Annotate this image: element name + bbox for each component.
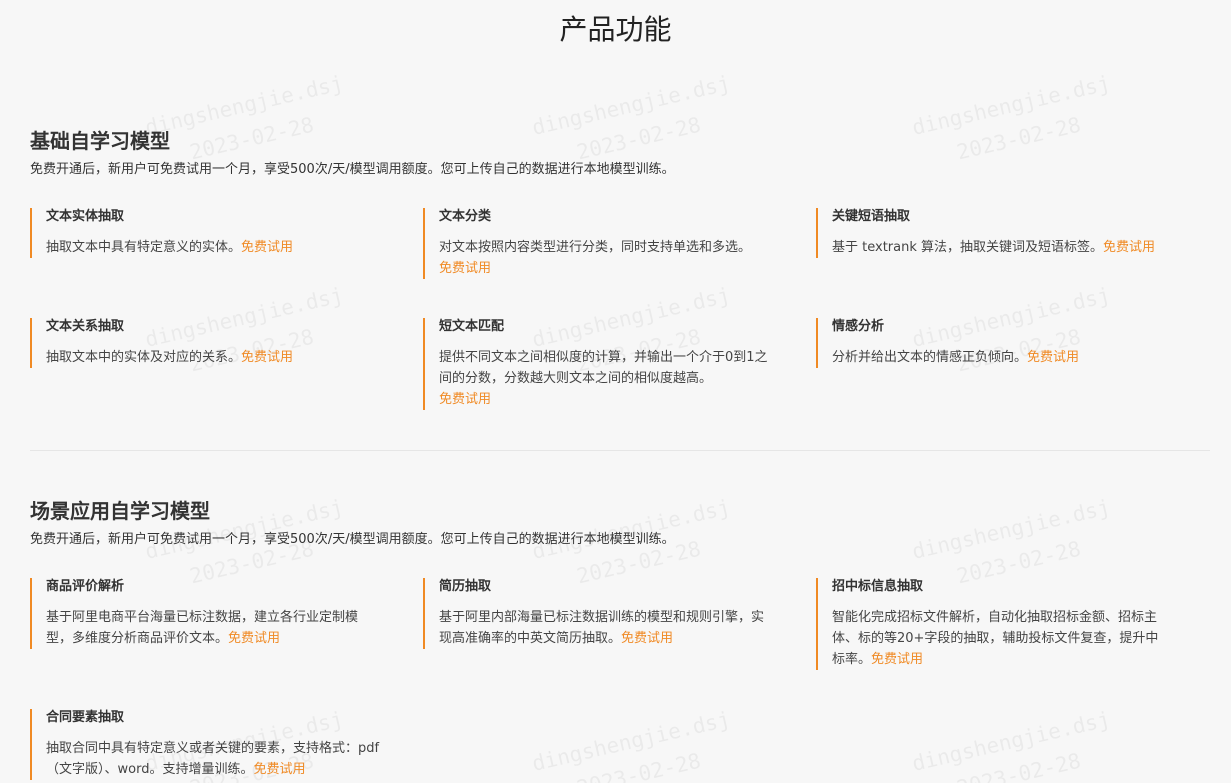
card-desc-text: 对文本按照内容类型进行分类，同时支持单选和多选。 [439,240,752,255]
card-description: 基于 textrank 算法，抽取关键词及短语标签。免费试用 [832,237,1166,258]
feature-card-bidding-info-extraction: 招中标信息抽取 智能化完成招标文件解析，自动化抽取招标金额、招标主体、标的等20… [816,578,1166,670]
card-desc-text: 抽取合同中具有特定意义或者关键的要素，支持格式：pdf（文字版）、word。支持… [46,741,380,777]
section-divider [30,450,1210,451]
free-trial-link[interactable]: 免费试用 [1103,240,1155,255]
free-trial-link[interactable]: 免费试用 [439,392,491,407]
free-trial-link[interactable]: 免费试用 [439,261,491,276]
card-desc-text: 提供不同文本之间相似度的计算，并输出一个介于0到1之间的分数，分数越大则文本之间… [439,350,768,386]
free-trial-link[interactable]: 免费试用 [621,631,673,646]
card-description: 对文本按照内容类型进行分类，同时支持单选和多选。 免费试用 [439,237,773,279]
feature-card-entity-extraction: 文本实体抽取 抽取文本中具有特定意义的实体。免费试用 [30,208,380,258]
card-description: 抽取合同中具有特定意义或者关键的要素，支持格式：pdf（文字版）、word。支持… [46,738,380,780]
card-title: 文本分类 [439,209,492,224]
section-description: 免费开通后，新用户可免费试用一个月，享受500次/天/模型调用额度。您可上传自己… [30,532,675,547]
section-description: 免费开通后，新用户可免费试用一个月，享受500次/天/模型调用额度。您可上传自己… [30,162,675,177]
card-desc-text: 基于阿里内部海量已标注数据训练的模型和规则引擎，实现高准确率的中英文简历抽取。 [439,610,765,646]
feature-card-text-classification: 文本分类 对文本按照内容类型进行分类，同时支持单选和多选。 免费试用 [423,208,773,279]
card-desc-text: 分析并给出文本的情感正负倾向。 [832,350,1028,365]
card-desc-text: 抽取文本中具有特定意义的实体。 [46,240,242,255]
card-title: 商品评价解析 [46,579,125,594]
card-description: 基于阿里电商平台海量已标注数据，建立各行业定制模型，多维度分析商品评价文本。免费… [46,607,380,649]
feature-card-keyphrase-extraction: 关键短语抽取 基于 textrank 算法，抽取关键词及短语标签。免费试用 [816,208,1166,258]
free-trial-link[interactable]: 免费试用 [241,350,293,365]
feature-card-contract-extraction: 合同要素抽取 抽取合同中具有特定意义或者关键的要素，支持格式：pdf（文字版）、… [30,709,380,780]
card-desc-text: 基于阿里电商平台海量已标注数据，建立各行业定制模型，多维度分析商品评价文本。 [46,610,359,646]
card-description: 基于阿里内部海量已标注数据训练的模型和规则引擎，实现高准确率的中英文简历抽取。免… [439,607,773,649]
card-description: 分析并给出文本的情感正负倾向。免费试用 [832,347,1166,368]
card-title: 文本关系抽取 [46,319,125,334]
card-title: 招中标信息抽取 [832,579,924,594]
card-title: 短文本匹配 [439,319,505,334]
feature-card-product-review-analysis: 商品评价解析 基于阿里电商平台海量已标注数据，建立各行业定制模型，多维度分析商品… [30,578,380,649]
section-scenario-models: 场景应用自学习模型 免费开通后，新用户可免费试用一个月，享受500次/天/模型调… [30,497,1210,550]
card-title: 合同要素抽取 [46,710,125,725]
free-trial-link[interactable]: 免费试用 [241,240,293,255]
card-desc-text: 抽取文本中的实体及对应的关系。 [46,350,242,365]
card-description: 抽取文本中具有特定意义的实体。免费试用 [46,237,380,258]
feature-card-short-text-matching: 短文本匹配 提供不同文本之间相似度的计算，并输出一个介于0到1之间的分数，分数越… [423,318,773,410]
feature-card-resume-extraction: 简历抽取 基于阿里内部海量已标注数据训练的模型和规则引擎，实现高准确率的中英文简… [423,578,773,649]
card-description: 抽取文本中的实体及对应的关系。免费试用 [46,347,380,368]
watermark: dingshengjie.dsj 2023-02-28 [529,706,733,783]
free-trial-link[interactable]: 免费试用 [253,762,305,777]
free-trial-link[interactable]: 免费试用 [228,631,280,646]
free-trial-link[interactable]: 免费试用 [1027,350,1079,365]
card-title: 关键短语抽取 [832,209,911,224]
card-description: 提供不同文本之间相似度的计算，并输出一个介于0到1之间的分数，分数越大则文本之间… [439,347,773,410]
section-title: 基础自学习模型 [30,129,170,153]
card-title: 情感分析 [832,319,885,334]
card-description: 智能化完成招标文件解析，自动化抽取招标金额、招标主体、标的等20+字段的抽取，辅… [832,607,1166,670]
feature-card-sentiment-analysis: 情感分析 分析并给出文本的情感正负倾向。免费试用 [816,318,1166,368]
card-title: 文本实体抽取 [46,209,125,224]
feature-card-relation-extraction: 文本关系抽取 抽取文本中的实体及对应的关系。免费试用 [30,318,380,368]
page: dingshengjie.dsj 2023-02-28 dingshengjie.… [0,0,1231,783]
card-desc-text: 基于 textrank 算法，抽取关键词及短语标签。 [832,240,1104,255]
free-trial-link[interactable]: 免费试用 [871,652,923,667]
section-title: 场景应用自学习模型 [30,499,210,523]
section-basic-models: 基础自学习模型 免费开通后，新用户可免费试用一个月，享受500次/天/模型调用额… [30,127,1210,180]
watermark: dingshengjie.dsj 2023-02-28 [909,706,1113,783]
page-title: 产品功能 [559,13,672,46]
card-title: 简历抽取 [439,579,492,594]
